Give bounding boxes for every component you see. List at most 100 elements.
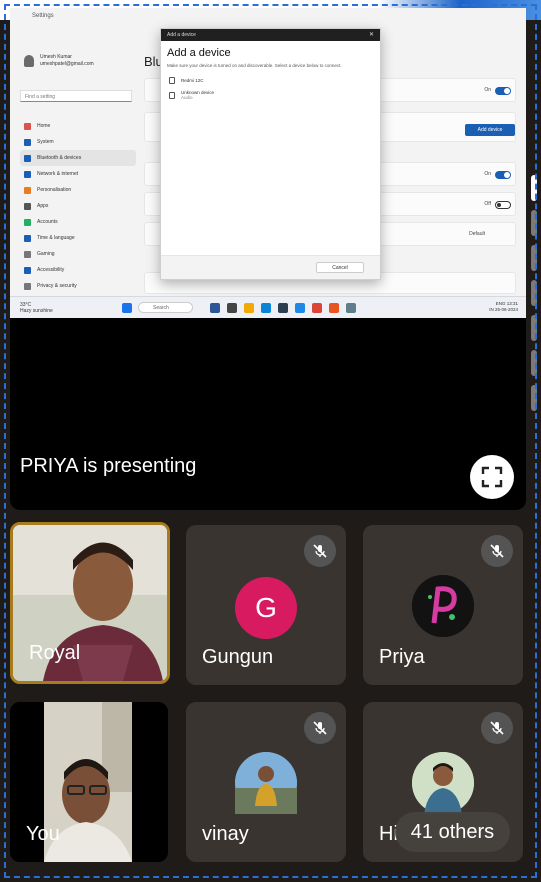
sidebar-item-label: Bluetooth & devices bbox=[37, 155, 82, 161]
nav-icon bbox=[24, 170, 31, 178]
tile-scrollbar[interactable] bbox=[530, 175, 538, 435]
sidebar-item-label: Privacy & security bbox=[37, 283, 77, 289]
profile-name: Umesh Kumar bbox=[40, 54, 72, 60]
device-label: Redmi 12C bbox=[181, 78, 204, 83]
mic-off-icon bbox=[304, 712, 336, 744]
device-icon bbox=[169, 91, 175, 99]
avatar bbox=[235, 752, 297, 814]
bluetooth-toggle[interactable] bbox=[495, 87, 511, 95]
sidebar-item-label: Home bbox=[37, 123, 51, 129]
sidebar-item[interactable]: Privacy & security bbox=[20, 278, 136, 294]
sidebar-item-label: Accounts bbox=[37, 219, 58, 225]
profile: Umesh Kumar umeshpatel@gmail.com bbox=[24, 54, 94, 68]
avatar bbox=[412, 752, 474, 814]
settings-titlebar: Settings bbox=[10, 8, 526, 26]
fullscreen-icon bbox=[481, 466, 503, 488]
sidebar-item-label: Network & internet bbox=[37, 171, 79, 177]
device-option[interactable]: Redmi 12C bbox=[161, 71, 380, 84]
participant-name: Royal bbox=[29, 642, 81, 664]
dialog-description: Make sure your device is turned on and d… bbox=[167, 63, 342, 68]
sidebar-item-label: System bbox=[37, 139, 54, 145]
windows-start-icon[interactable] bbox=[122, 303, 132, 313]
sidebar-item-label: Apps bbox=[37, 203, 49, 209]
nav-icon bbox=[24, 250, 31, 258]
nav-icon bbox=[24, 122, 31, 130]
sidebar-item-label: Accessibility bbox=[37, 267, 65, 273]
mic-off-icon bbox=[304, 535, 336, 567]
settings-gear-icon[interactable] bbox=[346, 303, 356, 313]
sidebar-item[interactable]: Accessibility bbox=[20, 262, 136, 278]
settings-toggle[interactable] bbox=[495, 201, 511, 209]
mic-off-icon bbox=[481, 535, 513, 567]
edge-icon[interactable] bbox=[261, 303, 271, 313]
fullscreen-button[interactable] bbox=[470, 455, 514, 499]
profile-photo bbox=[412, 575, 474, 637]
device-option[interactable]: Unknown device Audio bbox=[161, 84, 380, 100]
cancel-button[interactable]: Cancel bbox=[316, 262, 364, 273]
system-tray[interactable]: ENG 13:31 IN 25-06-2024 bbox=[489, 301, 518, 313]
sidebar-item-label: Gaming bbox=[37, 251, 55, 257]
device-icon bbox=[169, 77, 175, 84]
participant-tile-priya[interactable]: Priya bbox=[363, 525, 523, 685]
shared-screen: Settings Umesh Kumar umeshpatel@gmail.co… bbox=[10, 8, 526, 318]
sidebar-item[interactable]: Personalisation bbox=[20, 182, 136, 198]
mic-off-icon bbox=[481, 712, 513, 744]
default-dropdown[interactable]: Default bbox=[469, 231, 485, 237]
app-icon[interactable] bbox=[329, 303, 339, 313]
widgets-icon[interactable] bbox=[227, 303, 237, 313]
device-sub: Audio bbox=[181, 95, 193, 100]
close-icon[interactable]: ✕ bbox=[369, 31, 374, 38]
participant-tile-vinay[interactable]: vinay bbox=[186, 702, 346, 862]
search-input[interactable]: Find a setting bbox=[20, 90, 132, 102]
chrome-icon[interactable] bbox=[312, 303, 322, 313]
taskbar: 33°C Hazy sunshine Search ENG 13:31 IN 2… bbox=[10, 296, 526, 318]
nav-icon bbox=[24, 282, 31, 290]
settings-sidebar: Umesh Kumar umeshpatel@gmail.com Find a … bbox=[10, 26, 138, 306]
weather-widget[interactable]: 33°C Hazy sunshine bbox=[20, 302, 53, 314]
dialog-title: Add a device bbox=[167, 47, 231, 59]
sidebar-item[interactable]: Time & language bbox=[20, 230, 136, 246]
sidebar-item[interactable]: Accounts bbox=[20, 214, 136, 230]
settings-toggle[interactable] bbox=[495, 171, 511, 179]
store-icon[interactable] bbox=[278, 303, 288, 313]
others-button[interactable]: 41 others bbox=[395, 812, 510, 852]
profile-photo bbox=[235, 752, 297, 814]
sidebar-item[interactable]: Apps bbox=[20, 198, 136, 214]
nav-icon bbox=[24, 186, 31, 194]
presentation-stage: Settings Umesh Kumar umeshpatel@gmail.co… bbox=[10, 8, 526, 510]
nav-icon bbox=[24, 266, 31, 274]
device-list: Redmi 12C Unknown device Audio bbox=[161, 71, 380, 100]
add-device-dialog: Add a device ✕ Add a device Make sure yo… bbox=[160, 28, 381, 280]
nav-icon bbox=[24, 234, 31, 242]
profile-email: umeshpatel@gmail.com bbox=[40, 61, 94, 67]
settings-nav: Home System Bluetooth & devices Network & i… bbox=[20, 118, 136, 310]
add-device-button[interactable]: Add device bbox=[465, 124, 515, 136]
avatar bbox=[24, 55, 34, 67]
file-explorer-icon[interactable] bbox=[244, 303, 254, 313]
sidebar-item[interactable]: Gaming bbox=[20, 246, 136, 262]
participant-name: Priya bbox=[379, 646, 425, 668]
toggle-label: On bbox=[484, 87, 491, 93]
participant-name: vinay bbox=[202, 823, 249, 845]
mail-icon[interactable] bbox=[295, 303, 305, 313]
participant-tile-you[interactable]: You bbox=[10, 702, 168, 862]
taskbar-search[interactable]: Search bbox=[138, 302, 193, 313]
profile-photo bbox=[412, 752, 474, 814]
sidebar-item[interactable]: System bbox=[20, 134, 136, 150]
sidebar-item[interactable]: Home bbox=[20, 118, 136, 134]
sidebar-item[interactable]: Bluetooth & devices bbox=[20, 150, 136, 166]
nav-icon bbox=[24, 218, 31, 226]
sidebar-item-label: Personalisation bbox=[37, 187, 72, 193]
nav-icon bbox=[24, 138, 31, 146]
presenting-label: PRIYA is presenting bbox=[20, 455, 197, 477]
participant-name: You bbox=[26, 823, 60, 845]
participant-tile-gungun[interactable]: G Gungun bbox=[186, 525, 346, 685]
toggle-label: Off bbox=[484, 201, 491, 207]
sidebar-item[interactable]: Network & internet bbox=[20, 166, 136, 182]
toggle-label: On bbox=[484, 171, 491, 177]
nav-icon bbox=[24, 154, 31, 162]
task-view-icon[interactable] bbox=[210, 303, 220, 313]
participant-name: Gungun bbox=[202, 646, 274, 668]
nav-icon bbox=[24, 202, 31, 210]
participant-tile-royal[interactable]: Royal bbox=[10, 522, 170, 684]
